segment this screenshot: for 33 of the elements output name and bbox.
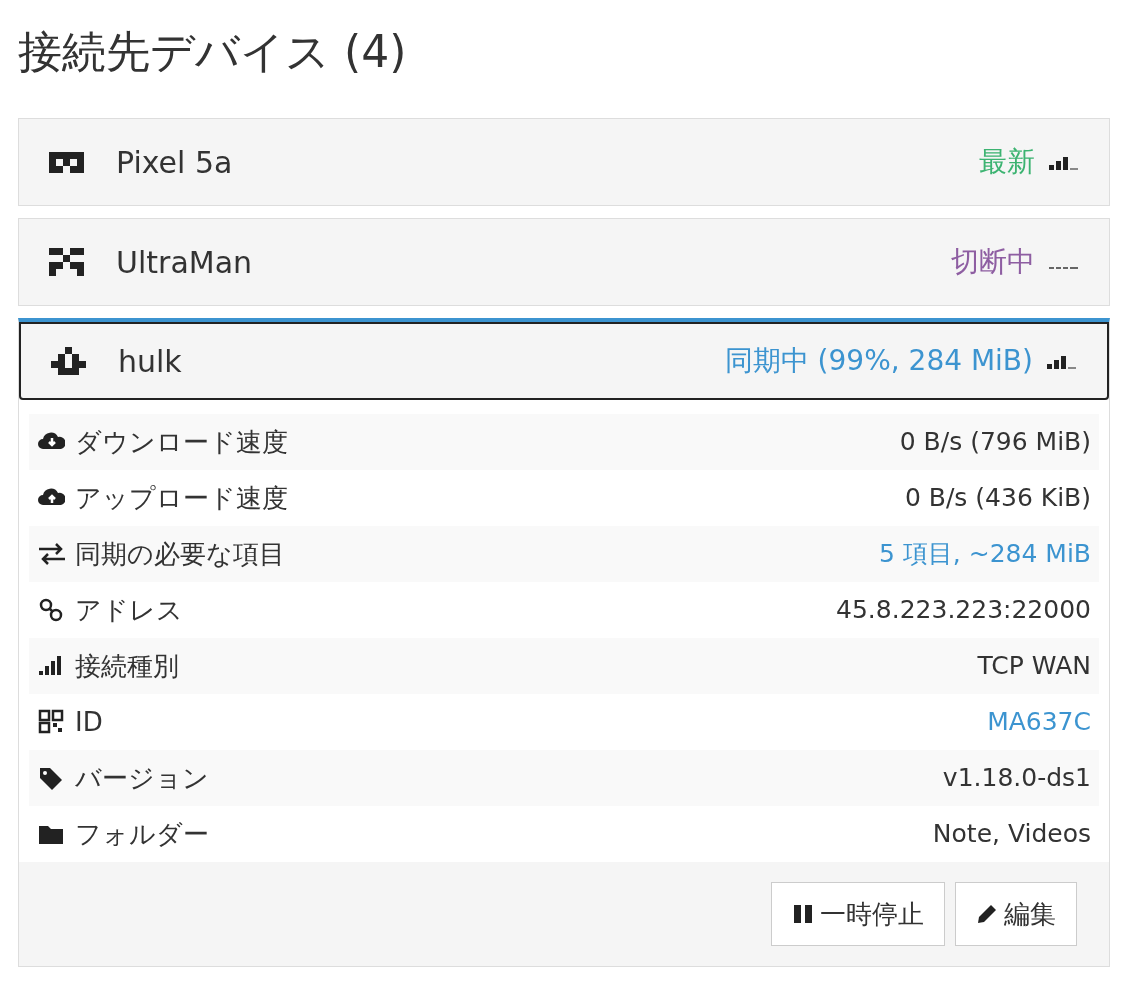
page-title: 接続先デバイス (4) (18, 25, 408, 79)
edit-button[interactable]: 編集 (955, 882, 1077, 946)
detail-value: v1.18.0-ds1 (942, 762, 1091, 795)
detail-value: 45.8.223.223:22000 (836, 594, 1091, 627)
detail-label: バージョン (75, 761, 209, 795)
detail-label: アドレス (75, 593, 183, 627)
detail-value: Note, Videos (932, 818, 1091, 851)
detail-label: 接続種別 (75, 649, 179, 683)
exchange-arrows-icon (37, 541, 65, 567)
device-status: 同期中 (99%, 284 MiB) (724, 343, 1033, 379)
device-name: hulk (118, 342, 182, 381)
detail-label: フォルダー (75, 817, 209, 851)
detail-value: 0 B/s (796 MiB) (899, 426, 1091, 459)
detail-value: TCP WAN (977, 650, 1091, 683)
device-name: Pixel 5a (116, 143, 233, 182)
detail-label: 同期の必要な項目 (75, 537, 285, 571)
qr-code-icon (37, 709, 65, 735)
device-header[interactable]: hulk 同期中 (99%, 284 MiB) (19, 322, 1109, 400)
device-status: 切断中 (951, 244, 1035, 280)
detail-value: 0 B/s (436 KiB) (904, 482, 1091, 515)
device-status: 最新 (979, 144, 1035, 180)
pause-button[interactable]: 一時停止 (771, 882, 945, 946)
detail-label: アップロード速度 (75, 481, 288, 515)
detail-label: ID (75, 705, 103, 739)
tag-icon (37, 765, 65, 791)
identicon-icon (49, 151, 84, 173)
pause-icon (792, 903, 814, 925)
device-name: UltraMan (116, 243, 253, 282)
identicon-icon (51, 347, 86, 375)
link-icon (37, 597, 65, 623)
identicon-icon (49, 248, 84, 276)
pencil-icon (976, 903, 998, 925)
detail-label: ダウンロード速度 (75, 425, 288, 459)
